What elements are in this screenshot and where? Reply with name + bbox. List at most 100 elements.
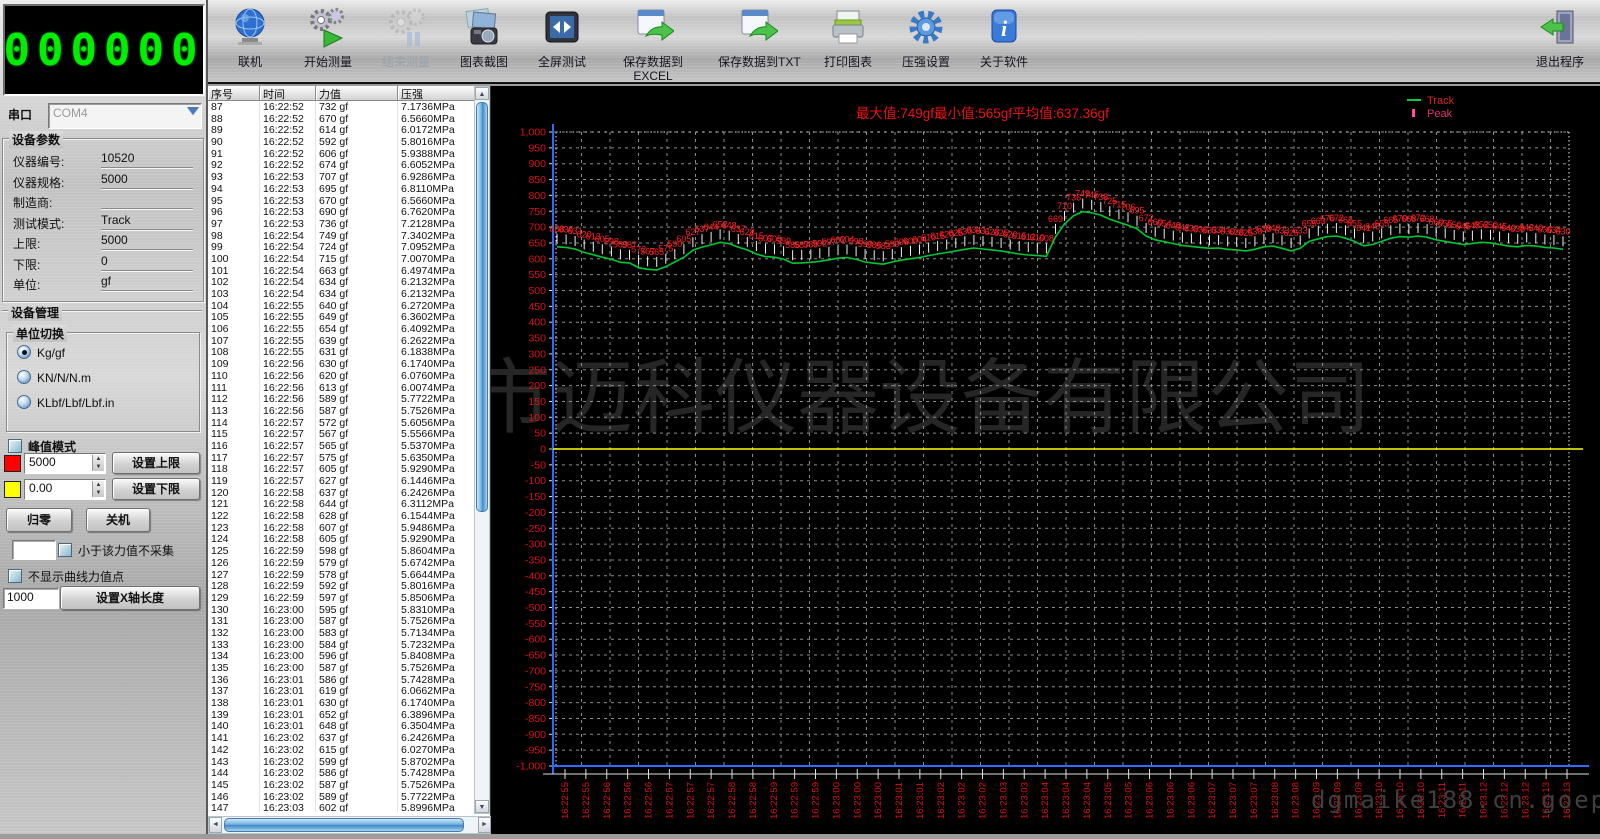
table-row[interactable]: 145 16:23:02 587 gf 5.7526MPa xyxy=(208,778,476,791)
table-row[interactable]: 121 16:22:58 644 gf 6.3112MPa xyxy=(208,498,476,511)
param-value[interactable]: 5000 xyxy=(101,233,193,250)
toolbar-button-7[interactable]: 打印图表 xyxy=(822,6,874,70)
table-row[interactable]: 100 16:22:54 715 gf 7.0070MPa xyxy=(208,252,476,265)
table-row[interactable]: 113 16:22:56 587 gf 5.7526MPa xyxy=(208,404,476,417)
table-row[interactable]: 98 16:22:54 749 gf 7.3402MPa xyxy=(208,229,476,242)
scroll-up-icon[interactable]: ▲ xyxy=(475,87,489,100)
param-value[interactable]: 10520 xyxy=(101,151,193,168)
table-row[interactable]: 105 16:22:55 649 gf 6.3602MPa xyxy=(208,311,476,324)
param-value[interactable]: 5000 xyxy=(101,172,193,189)
toolbar-button-5[interactable]: 保存数据到EXCEL xyxy=(614,6,692,83)
hide-points-row[interactable]: 不显示曲线力值点 xyxy=(8,568,124,585)
toolbar-button-3[interactable]: 图表截图 xyxy=(458,6,510,70)
table-row[interactable]: 142 16:23:02 615 gf 6.0270MPa xyxy=(208,743,476,756)
table-row[interactable]: 111 16:22:56 613 gf 6.0074MPa xyxy=(208,381,476,394)
vertical-scrollbar[interactable]: ▲ ▼ xyxy=(474,86,490,814)
min-collect-row[interactable]: 小于该力值不采集 xyxy=(58,542,174,559)
column-header[interactable]: 力值 xyxy=(316,86,398,101)
table-row[interactable]: 117 16:22:57 575 gf 5.6350MPa xyxy=(208,451,476,464)
table-row[interactable]: 124 16:22:58 605 gf 5.9290MPa xyxy=(208,533,476,546)
spinner-arrows-icon[interactable]: ▲ ▼ xyxy=(92,481,104,497)
table-row[interactable]: 116 16:22:57 565 gf 5.5370MPa xyxy=(208,439,476,452)
table-row[interactable]: 110 16:22:56 620 gf 6.0760MPa xyxy=(208,369,476,382)
set-xaxis-length-button[interactable]: 设置X轴长度 xyxy=(60,586,200,610)
upper-limit-color-swatch[interactable] xyxy=(4,455,21,472)
table-row[interactable]: 138 16:23:01 630 gf 6.1740MPa xyxy=(208,697,476,709)
table-row[interactable]: 129 16:22:59 597 gf 5.8506MPa xyxy=(208,591,476,604)
set-lower-limit-button[interactable]: 设置下限 xyxy=(112,478,200,500)
table-row[interactable]: 127 16:22:59 578 gf 5.6644MPa xyxy=(208,568,476,581)
column-header[interactable]: 时间 xyxy=(260,86,316,101)
toolbar-button-6[interactable]: 保存数据到TXT xyxy=(718,6,801,70)
radio-icon[interactable] xyxy=(17,345,31,359)
horizontal-scrollbar[interactable]: ◄ ► xyxy=(208,816,492,834)
radio-icon[interactable] xyxy=(17,370,31,384)
exit-program-button[interactable]: 退出程序 xyxy=(1534,6,1586,70)
set-upper-limit-button[interactable]: 设置上限 xyxy=(112,452,200,474)
table-row[interactable]: 144 16:23:02 586 gf 5.7428MPa xyxy=(208,767,476,779)
radio-icon[interactable] xyxy=(17,395,31,409)
table-row[interactable]: 132 16:23:00 583 gf 5.7134MPa xyxy=(208,626,476,639)
table-row[interactable]: 143 16:23:02 599 gf 5.8702MPa xyxy=(208,755,476,768)
table-row[interactable]: 146 16:23:02 589 gf 5.7722MPa xyxy=(208,790,476,803)
table-row[interactable]: 97 16:22:53 736 gf 7.2128MPa xyxy=(208,217,476,230)
table-row[interactable]: 125 16:22:59 598 gf 5.8604MPa xyxy=(208,545,476,557)
param-value[interactable]: Track xyxy=(101,213,193,230)
zero-button[interactable]: 归零 xyxy=(6,508,72,532)
table-row[interactable]: 108 16:22:55 631 gf 6.1838MPa xyxy=(208,346,476,359)
table-row[interactable]: 123 16:22:58 607 gf 5.9486MPa xyxy=(208,521,476,534)
table-row[interactable]: 107 16:22:55 639 gf 6.2622MPa xyxy=(208,334,476,347)
table-row[interactable]: 96 16:22:53 690 gf 6.7620MPa xyxy=(208,206,476,218)
scroll-right-icon[interactable]: ► xyxy=(478,817,491,833)
param-value[interactable]: 0 xyxy=(101,254,193,271)
vertical-scrollbar-thumb[interactable] xyxy=(476,102,488,512)
unit-option[interactable]: KLbf/Lbf/Lbf.in xyxy=(17,395,114,410)
toolbar-button-8[interactable]: 压强设置 xyxy=(900,6,952,70)
spinner-arrows-icon[interactable]: ▲ ▼ xyxy=(92,455,104,471)
table-row[interactable]: 112 16:22:56 589 gf 5.7722MPa xyxy=(208,393,476,405)
toolbar-button-0[interactable]: 联机 xyxy=(224,6,276,70)
scroll-left-icon[interactable]: ◄ xyxy=(209,817,222,833)
column-header[interactable]: 序号 xyxy=(208,86,260,101)
table-row[interactable]: 120 16:22:58 637 gf 6.2426MPa xyxy=(208,486,476,499)
table-row[interactable]: 88 16:22:52 670 gf 6.5660MPa xyxy=(208,112,476,125)
table-row[interactable]: 139 16:23:01 652 gf 6.3896MPa xyxy=(208,708,476,721)
table-row[interactable]: 95 16:22:53 670 gf 6.5660MPa xyxy=(208,194,476,207)
table-row[interactable]: 109 16:22:56 630 gf 6.1740MPa xyxy=(208,358,476,370)
table-row[interactable]: 147 16:23:03 602 gf 5.8996MPa xyxy=(208,802,476,812)
lower-limit-color-swatch[interactable] xyxy=(4,481,21,498)
table-row[interactable]: 89 16:22:52 614 gf 6.0172MPa xyxy=(208,124,476,137)
column-header[interactable]: 压强 xyxy=(398,86,476,101)
table-row[interactable]: 90 16:22:52 592 gf 5.8016MPa xyxy=(208,136,476,148)
param-value[interactable] xyxy=(101,192,193,209)
unit-option[interactable]: Kg/gf xyxy=(17,345,65,360)
lower-limit-spinner[interactable]: 0.00 ▲ ▼ xyxy=(24,479,106,500)
min-collect-checkbox[interactable] xyxy=(58,543,72,557)
hide-points-checkbox[interactable] xyxy=(8,569,22,583)
table-row[interactable]: 87 16:22:52 732 gf 7.1736MPa xyxy=(208,101,476,113)
table-row[interactable]: 119 16:22:57 627 gf 6.1446MPa xyxy=(208,475,476,487)
param-value[interactable]: gf xyxy=(101,274,193,291)
toolbar-button-9[interactable]: i 关于软件 xyxy=(978,6,1030,70)
min-collect-input[interactable] xyxy=(12,540,56,560)
table-row[interactable]: 115 16:22:57 567 gf 5.5566MPa xyxy=(208,428,476,440)
horizontal-scrollbar-thumb[interactable] xyxy=(224,818,464,832)
xaxis-length-input[interactable]: 1000 xyxy=(3,588,59,609)
table-row[interactable]: 140 16:23:01 648 gf 6.3504MPa xyxy=(208,720,476,733)
table-row[interactable]: 137 16:23:01 619 gf 6.0662MPa xyxy=(208,685,476,698)
table-row[interactable]: 94 16:22:53 695 gf 6.8110MPa xyxy=(208,182,476,195)
power-off-button[interactable]: 关机 xyxy=(86,508,150,532)
table-row[interactable]: 102 16:22:54 634 gf 6.2132MPa xyxy=(208,276,476,288)
table-row[interactable]: 114 16:22:57 572 gf 5.6056MPa xyxy=(208,416,476,429)
toolbar-button-1[interactable]: 开始测量 xyxy=(302,6,354,70)
table-row[interactable]: 131 16:23:00 587 gf 5.7526MPa xyxy=(208,615,476,627)
table-row[interactable]: 92 16:22:52 674 gf 6.6052MPa xyxy=(208,159,476,172)
table-row[interactable]: 126 16:22:59 579 gf 5.6742MPa xyxy=(208,556,476,569)
table-row[interactable]: 101 16:22:54 663 gf 6.4974MPa xyxy=(208,264,476,277)
upper-limit-spinner[interactable]: 5000 ▲ ▼ xyxy=(24,453,106,474)
table-row[interactable]: 128 16:22:59 592 gf 5.8016MPa xyxy=(208,580,476,592)
table-row[interactable]: 91 16:22:52 606 gf 5.9388MPa xyxy=(208,147,476,160)
table-row[interactable]: 99 16:22:54 724 gf 7.0952MPa xyxy=(208,241,476,253)
peak-mode-checkbox[interactable] xyxy=(8,439,22,453)
scroll-down-icon[interactable]: ▼ xyxy=(475,800,489,813)
